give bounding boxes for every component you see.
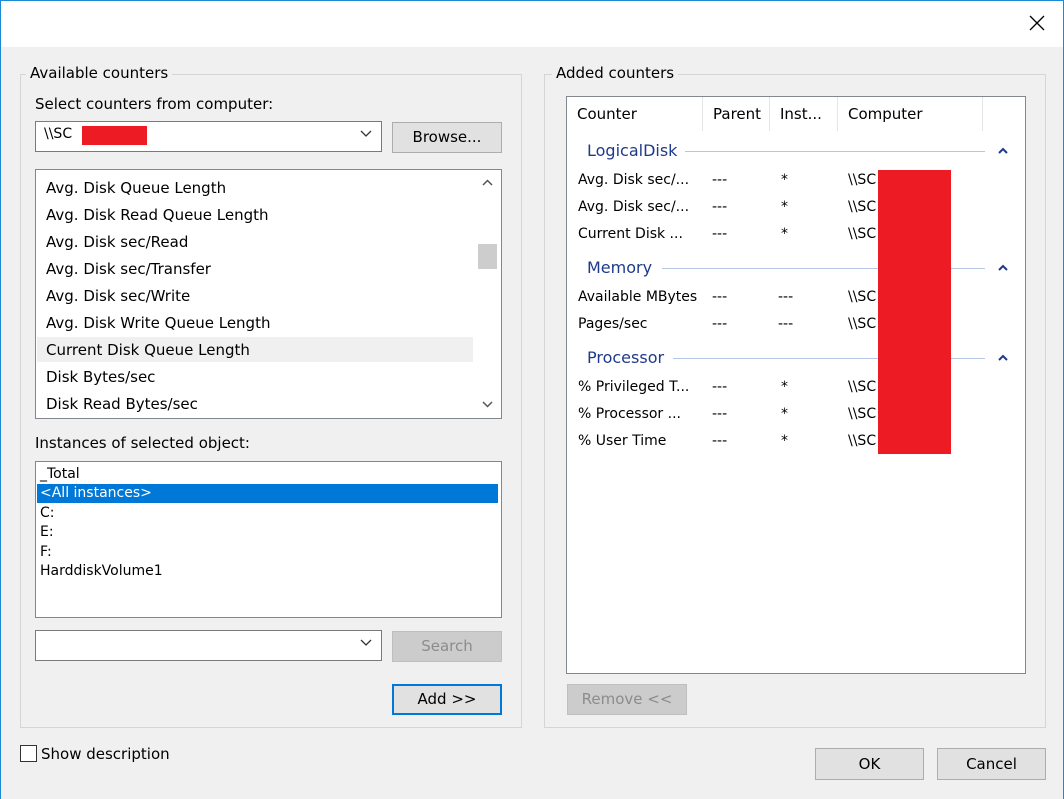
select-computer-label: Select counters from computer: bbox=[35, 95, 274, 113]
counter-item[interactable]: Avg. Disk sec/Write bbox=[46, 287, 190, 305]
instance-item[interactable]: E: bbox=[40, 524, 54, 540]
title-bar bbox=[0, 0, 1064, 47]
group-header-processor[interactable]: Processor bbox=[587, 348, 664, 367]
available-counters-legend: Available counters bbox=[26, 64, 173, 82]
added-counters-list[interactable]: Counter Parent Inst... Computer LogicalD… bbox=[566, 96, 1026, 674]
row-instance: * bbox=[781, 172, 788, 188]
show-description-checkbox[interactable] bbox=[20, 745, 37, 762]
counters-listbox[interactable]: Avg. Disk Queue Length Avg. Disk Read Qu… bbox=[35, 169, 502, 419]
row-parent: --- bbox=[712, 172, 728, 188]
row-parent: --- bbox=[712, 406, 728, 422]
scroll-thumb[interactable] bbox=[478, 244, 497, 269]
instance-item[interactable]: C: bbox=[40, 505, 55, 521]
browse-button[interactable]: Browse... bbox=[392, 122, 502, 153]
row-instance: * bbox=[781, 199, 788, 215]
instance-item[interactable]: <All instances> bbox=[40, 485, 152, 501]
instance-item[interactable]: F: bbox=[40, 544, 52, 560]
scroll-down-icon[interactable] bbox=[481, 399, 494, 409]
row-parent: --- bbox=[712, 316, 728, 332]
row-computer: \\SC bbox=[848, 226, 877, 242]
row-parent: --- bbox=[712, 289, 728, 305]
counter-item[interactable]: Avg. Disk Read Queue Length bbox=[46, 206, 269, 224]
instances-listbox[interactable]: _Total <All instances> C: E: F: Harddisk… bbox=[35, 461, 502, 618]
row-counter[interactable]: Avg. Disk sec/... bbox=[578, 199, 689, 215]
instance-item[interactable]: HarddiskVolume1 bbox=[40, 563, 163, 579]
row-computer: \\SC bbox=[848, 316, 877, 332]
added-counters-legend: Added counters bbox=[552, 64, 679, 82]
add-button[interactable]: Add >> bbox=[392, 684, 502, 715]
collapse-icon[interactable] bbox=[997, 146, 1009, 156]
search-combo[interactable] bbox=[35, 630, 382, 661]
ok-button[interactable]: OK bbox=[815, 748, 924, 780]
group-divider bbox=[685, 151, 985, 152]
row-parent: --- bbox=[712, 379, 728, 395]
row-instance: * bbox=[781, 379, 788, 395]
group-header-memory[interactable]: Memory bbox=[587, 258, 652, 277]
row-counter[interactable]: Avg. Disk sec/... bbox=[578, 172, 689, 188]
row-instance: * bbox=[781, 406, 788, 422]
column-header-computer[interactable]: Computer bbox=[838, 97, 983, 131]
group-header-logicaldisk[interactable]: LogicalDisk bbox=[587, 141, 677, 160]
counter-item[interactable]: Current Disk Queue Length bbox=[46, 341, 250, 359]
row-computer: \\SC bbox=[848, 289, 877, 305]
row-counter[interactable]: % Processor ... bbox=[578, 406, 681, 422]
chevron-down-icon bbox=[360, 130, 372, 137]
collapse-icon[interactable] bbox=[997, 263, 1009, 273]
cancel-button[interactable]: Cancel bbox=[937, 748, 1046, 780]
row-instance: * bbox=[781, 433, 788, 449]
counter-item[interactable]: Disk Read Bytes/sec bbox=[46, 395, 198, 413]
counter-item[interactable]: Avg. Disk sec/Transfer bbox=[46, 260, 211, 278]
remove-button[interactable]: Remove << bbox=[567, 684, 687, 715]
close-icon[interactable] bbox=[1024, 10, 1050, 36]
row-instance: * bbox=[781, 226, 788, 242]
row-instance: --- bbox=[778, 289, 794, 305]
column-header-instance[interactable]: Inst... bbox=[770, 97, 838, 131]
row-computer: \\SC bbox=[848, 406, 877, 422]
scroll-up-icon[interactable] bbox=[481, 178, 494, 188]
column-header-counter[interactable]: Counter bbox=[567, 97, 703, 131]
row-counter[interactable]: Current Disk ... bbox=[578, 226, 683, 242]
collapse-icon[interactable] bbox=[997, 353, 1009, 363]
row-computer: \\SC bbox=[848, 172, 877, 188]
row-computer: \\SC bbox=[848, 433, 877, 449]
counter-item[interactable]: Avg. Disk Write Queue Length bbox=[46, 314, 270, 332]
window-frame-top bbox=[0, 0, 1064, 1]
row-counter[interactable]: Available MBytes bbox=[578, 289, 697, 305]
row-parent: --- bbox=[712, 199, 728, 215]
row-instance: --- bbox=[778, 316, 794, 332]
chevron-down-icon bbox=[360, 639, 372, 646]
row-counter[interactable]: % User Time bbox=[578, 433, 666, 449]
instances-label: Instances of selected object: bbox=[35, 434, 250, 452]
counter-item[interactable]: Avg. Disk sec/Read bbox=[46, 233, 188, 251]
counter-item[interactable]: Disk Bytes/sec bbox=[46, 368, 155, 386]
computer-value: \\SC bbox=[44, 126, 73, 142]
counter-item[interactable]: Avg. Disk Queue Length bbox=[46, 179, 226, 197]
redaction-block bbox=[82, 126, 147, 145]
column-header-parent[interactable]: Parent bbox=[703, 97, 770, 131]
row-parent: --- bbox=[712, 226, 728, 242]
row-parent: --- bbox=[712, 433, 728, 449]
row-counter[interactable]: % Privileged T... bbox=[578, 379, 689, 395]
row-counter[interactable]: Pages/sec bbox=[578, 316, 648, 332]
row-computer: \\SC bbox=[848, 379, 877, 395]
show-description-label[interactable]: Show description bbox=[41, 745, 170, 763]
redaction-block bbox=[878, 170, 951, 454]
instance-item[interactable]: _Total bbox=[40, 466, 80, 482]
search-button[interactable]: Search bbox=[392, 631, 502, 662]
row-computer: \\SC bbox=[848, 199, 877, 215]
window-frame-left bbox=[0, 0, 1, 799]
counters-scrollbar[interactable] bbox=[474, 170, 501, 418]
computer-combo[interactable]: \\SC bbox=[35, 121, 382, 152]
